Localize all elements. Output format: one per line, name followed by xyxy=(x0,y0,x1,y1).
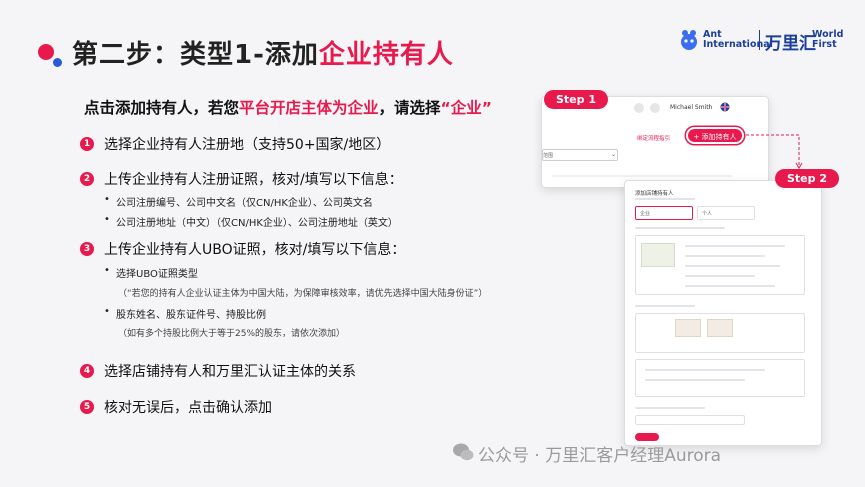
placeholder-line xyxy=(635,305,695,307)
guide-link[interactable]: 绑定流程指引 xyxy=(637,134,670,142)
placeholder-line xyxy=(645,379,745,381)
logo-brand-en: World First xyxy=(812,30,843,50)
intro-highlight: 平台开店主体为企业 xyxy=(239,99,379,117)
step-number-3: 3 xyxy=(80,242,94,256)
step2-badge: Step 2 xyxy=(775,169,839,188)
step-4-text: 选择店铺持有人和万里汇认证主体的关系 xyxy=(104,364,356,380)
step-3-note: （“若您的持有人企业认证主体为中国大陆，为保障审核效率，请优先选择中国大陆身份证… xyxy=(118,289,488,299)
person-option[interactable]: 个人 xyxy=(697,206,755,220)
title-bullet-blue xyxy=(53,58,62,67)
placeholder-line xyxy=(552,175,732,177)
placeholder-line xyxy=(635,407,705,409)
range-select[interactable]: 范围 ⌄ xyxy=(542,149,618,161)
step-3-text: 上传企业持有人UBO证照，核对/填写以下信息： xyxy=(104,242,406,258)
company-option-text: 企业 xyxy=(640,211,651,217)
relationship-select[interactable] xyxy=(635,415,745,425)
title-highlight: 企业持有人 xyxy=(318,40,454,70)
chevron-down-icon: ⌄ xyxy=(611,151,617,158)
user-name: Michael Smith xyxy=(670,104,713,111)
step-number-2: 2 xyxy=(80,172,94,186)
intro-quote: “企业” xyxy=(440,99,492,117)
step2-screenshot: 添加店铺持有人 企业 个人 xyxy=(624,180,822,446)
placeholder-line xyxy=(635,227,725,229)
connector-arrow xyxy=(746,134,803,169)
logo-ant-line2: International xyxy=(703,39,773,50)
shareholder-area[interactable] xyxy=(635,359,805,397)
step-2-text: 上传企业持有人注册证照，核对/填写以下信息： xyxy=(104,172,403,188)
flag-icon xyxy=(720,102,730,112)
step-3-item: • 股东姓名、股东证件号、持股比例 xyxy=(104,306,266,321)
logo-divider xyxy=(759,30,760,50)
add-holder-button[interactable]: + 添加持有人 xyxy=(686,127,744,144)
placeholder-line xyxy=(685,255,765,257)
id-card-back xyxy=(707,319,733,337)
title-bullet-red xyxy=(38,44,54,60)
logo-brand-en2: First xyxy=(812,39,837,50)
company-option[interactable]: 企业 xyxy=(635,206,693,220)
intro-part2: ，请选择 xyxy=(378,99,441,117)
person-option-text: 个人 xyxy=(702,211,713,217)
step-2-item-text: 公司注册地址（中文）（仅CN/HK企业）、公司注册地址（英文） xyxy=(116,218,398,229)
license-thumbnail xyxy=(641,243,675,267)
ant-logo-icon xyxy=(681,30,697,50)
step-2-item: • 公司注册编号、公司中文名（仅CN/HK企业）、公司英文名 xyxy=(104,194,373,209)
logo-ant-text: Ant International xyxy=(703,30,773,50)
step1-badge: Step 1 xyxy=(544,90,608,109)
section-title: 添加店铺持有人 xyxy=(635,191,674,197)
confirm-add-button[interactable] xyxy=(635,433,659,441)
page-title: 第二步：类型1-添加企业持有人 xyxy=(72,34,454,71)
avatar xyxy=(650,103,660,113)
placeholder-line xyxy=(685,245,785,247)
intro-part1: 点击添加持有人，若您 xyxy=(84,99,240,117)
id-card-front xyxy=(675,319,701,337)
avatar-placeholder xyxy=(634,103,644,113)
step-2-item: • 公司注册地址（中文）（仅CN/HK企业）、公司注册地址（英文） xyxy=(104,214,398,229)
step-1-text: 选择企业持有人注册地（支持50+国家/地区） xyxy=(104,137,391,153)
placeholder-line xyxy=(685,265,780,267)
step-2-item-text: 公司注册编号、公司中文名（仅CN/HK企业）、公司英文名 xyxy=(116,198,373,209)
placeholder-line xyxy=(685,285,775,287)
placeholder-line xyxy=(685,275,755,277)
step-number-4: 4 xyxy=(80,364,94,378)
placeholder-line xyxy=(635,198,695,200)
step-number-1: 1 xyxy=(80,137,94,151)
watermark-text: 公众号 · 万里汇客户经理Aurora xyxy=(478,446,722,466)
step-number-5: 5 xyxy=(80,400,94,414)
logo-brand-cn: 万里汇 xyxy=(765,34,816,54)
title-prefix: 第二步：类型1-添加 xyxy=(72,40,319,70)
step-3-note: （如有多个持股比例大于等于25%的股东，请依次添加） xyxy=(118,329,346,339)
step-3-item: • 选择UBO证照类型 xyxy=(104,265,198,280)
step-3-item-text: 股东姓名、股东证件号、持股比例 xyxy=(116,310,266,321)
intro-text: 点击添加持有人，若您平台开店主体为企业，请选择“企业” xyxy=(84,96,492,118)
wechat-icon xyxy=(453,443,474,461)
range-select-text: 范围 xyxy=(543,153,554,159)
placeholder-line xyxy=(645,369,765,371)
step-5-text: 核对无误后，点击确认添加 xyxy=(104,400,272,416)
step-3-item-text: 选择UBO证照类型 xyxy=(116,269,198,280)
